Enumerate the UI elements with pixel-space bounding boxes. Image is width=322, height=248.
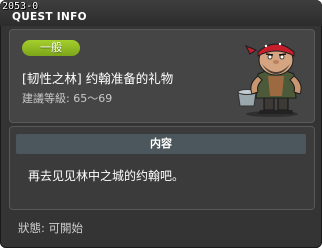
level-requirement: 建議等級: 65〜69: [22, 92, 113, 105]
quest-info-window: 2053-0 QUEST INFO 一般 [韧性之林] 约翰准备的礼物 建議等級…: [0, 0, 322, 248]
quest-status: 狀態: 可開始: [18, 221, 84, 235]
content-header: 内容: [16, 134, 306, 154]
quest-type-badge: 一般: [22, 40, 80, 56]
quest-name: [韧性之林] 约翰准备的礼物: [22, 71, 174, 86]
quest-summary-panel: 一般 [韧性之林] 约翰准备的礼物 建議等級: 65〜69: [9, 29, 315, 123]
npc-portrait-icon: [237, 42, 302, 117]
content-text: 再去见见林中之城的约翰吧。: [28, 169, 185, 183]
window-title: QUEST INFO: [12, 11, 87, 23]
quest-content-panel: 内容 再去见见林中之城的约翰吧。: [9, 126, 315, 210]
